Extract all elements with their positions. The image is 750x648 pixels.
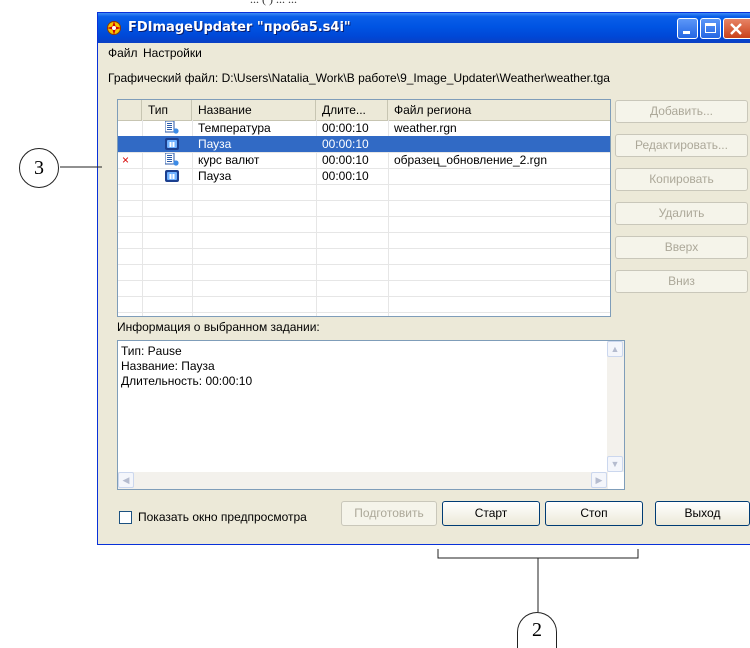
annotation-lines bbox=[60, 166, 639, 612]
top-caption-fragment: ... ( ) ... ... bbox=[250, 0, 297, 7]
callout-2: 2 bbox=[517, 612, 557, 648]
callout-3: 3 bbox=[19, 148, 59, 188]
